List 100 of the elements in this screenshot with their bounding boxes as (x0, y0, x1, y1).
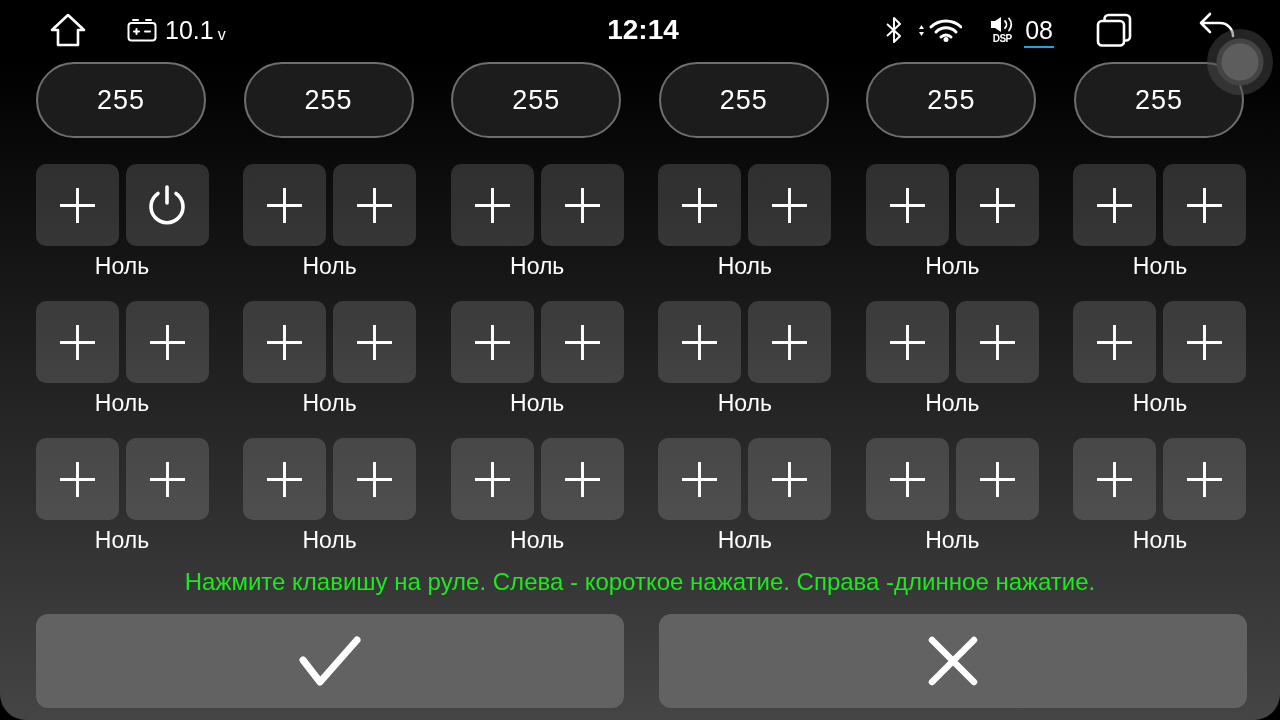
voltage-unit-text: v (217, 27, 226, 43)
add-key-button[interactable] (540, 438, 624, 520)
value-button[interactable]: 255 (1073, 62, 1244, 138)
plus-icon (1187, 187, 1223, 223)
plus-icon (474, 187, 510, 223)
plus-icon (267, 324, 303, 360)
plus-icon (1097, 461, 1133, 497)
key-label: Ноль (510, 252, 565, 281)
home-button[interactable] (50, 13, 86, 47)
key-label: Ноль (302, 252, 357, 281)
add-key-button[interactable] (333, 438, 417, 520)
close-icon (928, 636, 978, 686)
key-label: Ноль (717, 389, 772, 418)
battery-icon (127, 18, 157, 42)
add-key-button[interactable] (1073, 164, 1157, 246)
plus-icon (474, 461, 510, 497)
recent-apps-button[interactable] (1096, 13, 1132, 47)
add-key-button[interactable] (333, 164, 417, 246)
value-button[interactable]: 255 (451, 62, 622, 138)
add-key-button[interactable] (748, 438, 832, 520)
plus-icon (267, 461, 303, 497)
add-key-button[interactable] (748, 301, 832, 383)
plus-icon (772, 324, 808, 360)
key-label: Ноль (717, 526, 772, 555)
add-key-button[interactable] (658, 301, 742, 383)
home-icon (50, 13, 86, 47)
add-key-button[interactable] (540, 164, 624, 246)
key-label: Ноль (925, 389, 980, 418)
key-label: Ноль (1132, 526, 1188, 555)
speaker-icon (990, 15, 1015, 33)
add-key-button[interactable] (748, 164, 832, 246)
value-button[interactable]: 255 (658, 62, 829, 138)
add-key-button[interactable] (540, 301, 624, 383)
add-key-button[interactable] (1163, 164, 1247, 246)
plus-icon (772, 461, 808, 497)
plus-icon (59, 461, 95, 497)
key-label: Ноль (94, 252, 150, 281)
dsp-label: DSP (992, 32, 1012, 45)
key-label: Ноль (1132, 252, 1188, 281)
add-key-button[interactable] (35, 301, 119, 383)
plus-icon (682, 187, 718, 223)
clock-text: 12:14 (606, 13, 679, 47)
plus-icon (889, 324, 925, 360)
add-key-button[interactable] (658, 164, 742, 246)
add-key-button[interactable] (450, 438, 534, 520)
key-label: Ноль (510, 526, 565, 555)
add-key-button[interactable] (865, 438, 949, 520)
plus-icon (1187, 461, 1223, 497)
add-key-button[interactable] (955, 301, 1039, 383)
plus-icon (564, 461, 600, 497)
overlapping-squares-icon (1096, 13, 1132, 47)
plus-icon (149, 461, 185, 497)
bluetooth-icon (885, 16, 904, 44)
wifi-icon (918, 18, 963, 42)
plus-icon (682, 461, 718, 497)
volume-text: 08 (1024, 16, 1054, 48)
add-key-button[interactable] (125, 301, 209, 383)
value-button[interactable]: 255 (36, 62, 206, 138)
power-icon (147, 185, 187, 225)
key-label: Ноль (925, 252, 980, 281)
plus-icon (474, 324, 510, 360)
plus-icon (1097, 324, 1133, 360)
key-label: Ноль (94, 526, 150, 555)
plus-icon (889, 461, 925, 497)
plus-icon (267, 187, 303, 223)
add-key-button[interactable] (865, 164, 949, 246)
plus-icon (979, 187, 1015, 223)
key-label: Ноль (717, 252, 772, 281)
plus-icon (59, 187, 95, 223)
add-key-button[interactable] (35, 438, 119, 520)
add-key-button[interactable] (1073, 438, 1157, 520)
add-key-button[interactable] (243, 301, 327, 383)
plus-icon (1187, 324, 1223, 360)
plus-icon (357, 187, 393, 223)
add-key-button[interactable] (1163, 438, 1247, 520)
add-key-button[interactable] (1163, 301, 1247, 383)
key-label: Ноль (94, 389, 150, 418)
add-key-button[interactable] (243, 164, 327, 246)
add-key-button[interactable] (955, 164, 1039, 246)
plus-icon (357, 324, 393, 360)
plus-icon (1097, 187, 1133, 223)
value-button[interactable]: 255 (866, 62, 1037, 138)
add-key-button[interactable] (333, 301, 417, 383)
check-icon (299, 636, 361, 686)
add-key-button[interactable] (1073, 301, 1157, 383)
plus-icon (772, 187, 808, 223)
key-label: Ноль (1132, 389, 1188, 418)
add-key-button[interactable] (865, 301, 949, 383)
add-key-button[interactable] (35, 164, 119, 246)
add-key-button[interactable] (955, 438, 1039, 520)
add-key-button[interactable] (658, 438, 742, 520)
add-key-button[interactable] (125, 438, 209, 520)
add-key-button[interactable] (243, 438, 327, 520)
add-key-button[interactable] (450, 164, 534, 246)
plus-icon (59, 324, 95, 360)
plus-icon (149, 324, 185, 360)
key-label: Ноль (925, 526, 980, 555)
value-button[interactable]: 255 (243, 62, 414, 138)
power-key-button[interactable] (125, 164, 209, 246)
add-key-button[interactable] (450, 301, 534, 383)
